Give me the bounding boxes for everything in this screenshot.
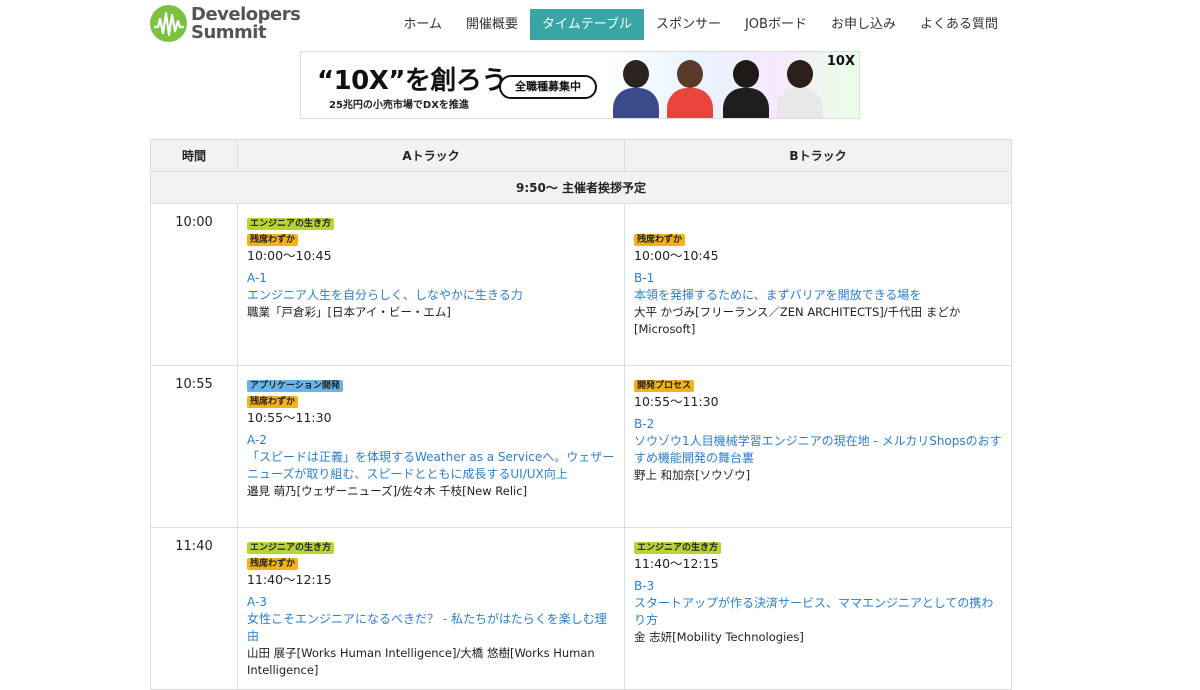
session-title-link[interactable]: 本領を発揮するために、まずバリアを開放できる場を xyxy=(634,287,1002,304)
logo-mark-icon xyxy=(150,5,187,42)
nav-job-board[interactable]: JOBボード xyxy=(733,9,819,40)
banner-recruit-pill: 全職種募集中 xyxy=(499,75,597,99)
nav-faq[interactable]: よくある質問 xyxy=(908,9,1010,40)
nav-timetable[interactable]: タイムテーブル xyxy=(529,9,644,40)
nav-apply[interactable]: お申し込み xyxy=(819,9,908,40)
banner-person-image xyxy=(775,58,825,118)
timetable: 時間 Aトラック Bトラック 9:50〜 主催者挨拶予定 10:00 エンジニア… xyxy=(150,139,1012,690)
availability-tag: 残席わずか xyxy=(247,396,299,408)
site-logo[interactable]: Developers Summit xyxy=(150,3,301,43)
logo-line1: Developers xyxy=(191,3,301,25)
table-row: 11:40 エンジニアの生き方 残席わずか 11:40〜12:15 A-3 女性… xyxy=(150,527,1012,690)
session-code-link[interactable]: B-1 xyxy=(634,270,1002,287)
table-row: 10:55 アプリケーション開発 残席わずか 10:55〜11:30 A-2 「… xyxy=(150,365,1012,528)
session-speaker: 職業「戸倉彩」[日本アイ・ビー・エム] xyxy=(247,305,451,319)
session-time: 11:40〜12:15 xyxy=(634,556,719,571)
session-code-link[interactable]: B-2 xyxy=(634,416,1002,433)
timetable-header-row: 時間 Aトラック Bトラック xyxy=(150,139,1012,172)
session-a3: エンジニアの生き方 残席わずか 11:40〜12:15 A-3 女性こそエンジニ… xyxy=(237,527,625,690)
session-speaker: 山田 展子[Works Human Intelligence]/大橋 悠樹[Wo… xyxy=(247,646,595,677)
session-code-link[interactable]: A-3 xyxy=(247,594,615,611)
category-tag: 開発プロセス xyxy=(634,380,695,392)
session-a1: エンジニアの生き方 残席わずか 10:00〜10:45 A-1 エンジニア人生を… xyxy=(237,203,625,366)
banner-subtitle: 25兆円の小売市場でDXを推進 xyxy=(329,100,469,111)
header-track-b: Bトラック xyxy=(624,139,1012,172)
logo-line2: Summit xyxy=(191,21,267,43)
session-code-link[interactable]: B-3 xyxy=(634,578,1002,595)
ad-banner[interactable]: “10X”を創ろう 25兆円の小売市場でDXを推進 全職種募集中 10X xyxy=(300,51,860,119)
session-time: 10:55〜11:30 xyxy=(247,410,332,425)
notice-row: 9:50〜 主催者挨拶予定 xyxy=(150,171,1012,204)
session-b3: エンジニアの生き方 11:40〜12:15 B-3 スタートアップが作る決済サー… xyxy=(624,527,1012,690)
availability-tag: 残席わずか xyxy=(247,558,299,570)
session-title-link[interactable]: スタートアップが作る決済サービス、ママエンジニアとしての携わり方 xyxy=(634,595,1002,629)
site-header: Developers Summit ホーム 開催概要 タイムテーブル スポンサー… xyxy=(0,0,1200,48)
session-time: 10:55〜11:30 xyxy=(634,394,719,409)
session-speaker: 邉見 萌乃[ウェザーニューズ]/佐々木 千枝[New Relic] xyxy=(247,484,528,498)
header-time: 時間 xyxy=(150,139,238,172)
banner-person-image xyxy=(665,58,715,118)
session-code-link[interactable]: A-1 xyxy=(247,270,615,287)
table-row: 10:00 エンジニアの生き方 残席わずか 10:00〜10:45 A-1 エン… xyxy=(150,203,1012,366)
category-tag: エンジニアの生き方 xyxy=(247,218,335,230)
nav-overview[interactable]: 開催概要 xyxy=(454,9,530,40)
session-speaker: 大平 かづみ[フリーランス／ZEN ARCHITECTS]/千代田 まどか[Mi… xyxy=(634,305,961,336)
session-b1: 残席わずか 10:00〜10:45 B-1 本領を発揮するために、まずバリアを開… xyxy=(624,203,1012,366)
session-speaker: 野上 和加奈[ソウゾウ] xyxy=(634,468,751,482)
banner-person-image xyxy=(721,58,771,118)
banner-brand-logo: 10X xyxy=(826,54,855,69)
session-code-link[interactable]: A-2 xyxy=(247,432,615,449)
banner-person-image xyxy=(611,58,661,118)
session-title-link[interactable]: 「スピードは正義」を体現するWeather as a Serviceへ。ウェザー… xyxy=(247,449,615,483)
header-track-a: Aトラック xyxy=(237,139,625,172)
slot-time: 10:00 xyxy=(150,203,238,366)
session-title-link[interactable]: ソウゾウ1人目機械学習エンジニアの現在地 - メルカリShopsのおすすめ機能開… xyxy=(634,433,1002,467)
category-tag: エンジニアの生き方 xyxy=(634,542,722,554)
availability-tag: 残席わずか xyxy=(634,234,686,246)
nav-sponsors[interactable]: スポンサー xyxy=(644,9,733,40)
nav-home[interactable]: ホーム xyxy=(391,9,454,40)
session-time: 11:40〜12:15 xyxy=(247,572,332,587)
banner-headline: “10X”を創ろう xyxy=(317,66,507,96)
session-speaker: 金 志妍[Mobility Technologies] xyxy=(634,630,804,644)
session-title-link[interactable]: エンジニア人生を自分らしく、しなやかに生きる力 xyxy=(247,287,615,304)
session-a2: アプリケーション開発 残席わずか 10:55〜11:30 A-2 「スピードは正… xyxy=(237,365,625,528)
opening-notice: 9:50〜 主催者挨拶予定 xyxy=(150,171,1012,204)
logo-text: Developers Summit xyxy=(191,3,301,43)
category-tag: エンジニアの生き方 xyxy=(247,542,335,554)
main-nav: ホーム 開催概要 タイムテーブル スポンサー JOBボード お申し込み よくある… xyxy=(391,9,1010,40)
category-tag: アプリケーション開発 xyxy=(247,380,343,392)
slot-time: 11:40 xyxy=(150,527,238,690)
session-time: 10:00〜10:45 xyxy=(634,248,719,263)
session-time: 10:00〜10:45 xyxy=(247,248,332,263)
availability-tag: 残席わずか xyxy=(247,234,299,246)
slot-time: 10:55 xyxy=(150,365,238,528)
session-b2: 開発プロセス 10:55〜11:30 B-2 ソウゾウ1人目機械学習エンジニアの… xyxy=(624,365,1012,528)
session-title-link[interactable]: 女性こそエンジニアになるべきだ？ - 私たちがはたらくを楽しむ理由 xyxy=(247,611,615,645)
